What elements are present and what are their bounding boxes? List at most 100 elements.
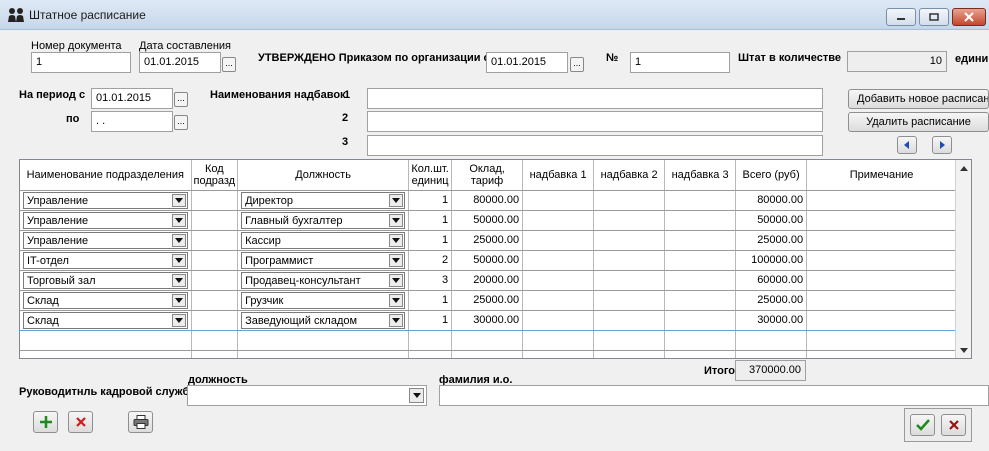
- date-picker-button[interactable]: ...: [222, 57, 236, 72]
- cell-allowance-1[interactable]: [522, 190, 595, 211]
- add-schedule-button[interactable]: Добавить новое расписание: [848, 89, 989, 109]
- empty-cell[interactable]: [806, 350, 958, 358]
- cell-note[interactable]: [806, 230, 958, 251]
- empty-row[interactable]: [20, 330, 958, 351]
- empty-cell[interactable]: [408, 330, 453, 351]
- dept-combo[interactable]: Управление: [23, 231, 188, 249]
- cell-dept[interactable]: Торговый зал: [20, 270, 192, 291]
- scroll-down-button[interactable]: [957, 343, 971, 357]
- col-header-note[interactable]: Примечание: [806, 160, 958, 191]
- cell-code[interactable]: [191, 290, 239, 311]
- cell-code[interactable]: [191, 230, 239, 251]
- ok-button[interactable]: [910, 414, 935, 436]
- delete-schedule-button[interactable]: Удалить расписание: [848, 112, 989, 132]
- col-header-salary[interactable]: Оклад, тариф: [451, 160, 524, 191]
- table-row[interactable]: Склад Заведующий складом 1 30000.00 30000.00: [20, 310, 958, 331]
- cell-dept[interactable]: IT-отдел: [20, 250, 192, 271]
- dept-dropdown-button[interactable]: [171, 213, 186, 227]
- table-row[interactable]: Торговый зал Продавец-консультант 3 20000.0…: [20, 270, 958, 291]
- empty-cell[interactable]: [522, 330, 595, 351]
- empty-cell[interactable]: [593, 350, 666, 358]
- empty-cell[interactable]: [593, 330, 666, 351]
- cell-units[interactable]: 1: [408, 210, 453, 231]
- empty-cell[interactable]: [237, 330, 410, 351]
- col-header-code[interactable]: Код подразд: [191, 160, 239, 191]
- cell-code[interactable]: [191, 190, 239, 211]
- position-dropdown-button[interactable]: [389, 193, 404, 207]
- approved-date-picker-button[interactable]: ...: [570, 57, 584, 72]
- cell-units[interactable]: 2: [408, 250, 453, 271]
- position-dropdown-button[interactable]: [389, 233, 404, 247]
- cell-position[interactable]: Грузчик: [237, 290, 410, 311]
- col-header-units[interactable]: Кол.шт. единиц: [408, 160, 453, 191]
- period-to-input[interactable]: . .: [91, 111, 173, 132]
- doc-number-input[interactable]: 1: [31, 52, 131, 73]
- cell-salary[interactable]: 50000.00: [451, 210, 524, 231]
- allowance-2-input[interactable]: [367, 111, 823, 132]
- cell-dept[interactable]: Склад: [20, 290, 192, 311]
- position-combo[interactable]: Продавец-консультант: [241, 271, 406, 289]
- minimize-button[interactable]: [886, 8, 916, 26]
- position-dropdown-button[interactable]: [389, 273, 404, 287]
- cell-allowance-2[interactable]: [593, 270, 666, 291]
- cell-note[interactable]: [806, 270, 958, 291]
- col-header-position[interactable]: Должность: [237, 160, 410, 191]
- dept-combo[interactable]: Склад: [23, 291, 188, 309]
- allowance-3-input[interactable]: [367, 135, 823, 156]
- cell-note[interactable]: [806, 290, 958, 311]
- position-combo[interactable]: Заведующий складом: [241, 311, 406, 329]
- position-combo[interactable]: Кассир: [241, 231, 406, 249]
- close-window-button[interactable]: [952, 8, 986, 26]
- add-row-button[interactable]: [33, 411, 58, 433]
- cell-allowance-2[interactable]: [593, 250, 666, 271]
- cell-allowance-1[interactable]: [522, 210, 595, 231]
- cell-units[interactable]: 1: [408, 310, 453, 331]
- position-combo[interactable]: Главный бухгалтер: [241, 211, 406, 229]
- position-combo[interactable]: Директор: [241, 191, 406, 209]
- empty-cell[interactable]: [664, 330, 737, 351]
- hr-fullname-input[interactable]: [439, 385, 989, 406]
- cell-note[interactable]: [806, 250, 958, 271]
- next-schedule-button[interactable]: [932, 136, 952, 154]
- cell-allowance-3[interactable]: [664, 270, 737, 291]
- cell-dept[interactable]: Управление: [20, 210, 192, 231]
- dept-dropdown-button[interactable]: [171, 233, 186, 247]
- cell-units[interactable]: 1: [408, 290, 453, 311]
- cell-allowance-1[interactable]: [522, 270, 595, 291]
- period-from-input[interactable]: 01.01.2015: [91, 88, 173, 109]
- dept-combo[interactable]: Управление: [23, 191, 188, 209]
- cell-allowance-3[interactable]: [664, 290, 737, 311]
- col-header-allowance-2[interactable]: надбавка 2: [593, 160, 666, 191]
- empty-cell[interactable]: [191, 350, 239, 358]
- cell-allowance-3[interactable]: [664, 310, 737, 331]
- empty-cell[interactable]: [20, 330, 192, 351]
- cell-allowance-2[interactable]: [593, 230, 666, 251]
- empty-cell[interactable]: [735, 330, 808, 351]
- period-to-picker-button[interactable]: ...: [174, 115, 188, 130]
- cell-code[interactable]: [191, 210, 239, 231]
- position-dropdown-button[interactable]: [389, 293, 404, 307]
- position-combo[interactable]: Грузчик: [241, 291, 406, 309]
- period-from-picker-button[interactable]: ...: [174, 92, 188, 107]
- position-combo[interactable]: Программист: [241, 251, 406, 269]
- cell-units[interactable]: 1: [408, 190, 453, 211]
- col-header-total[interactable]: Всего (руб): [735, 160, 808, 191]
- cell-allowance-3[interactable]: [664, 250, 737, 271]
- position-dropdown-button[interactable]: [389, 213, 404, 227]
- cell-note[interactable]: [806, 210, 958, 231]
- position-dropdown-button[interactable]: [389, 253, 404, 267]
- cell-position[interactable]: Программист: [237, 250, 410, 271]
- maximize-button[interactable]: [919, 8, 949, 26]
- dept-combo[interactable]: IT-отдел: [23, 251, 188, 269]
- col-header-allowance-1[interactable]: надбавка 1: [522, 160, 595, 191]
- cell-dept[interactable]: Склад: [20, 310, 192, 331]
- cell-salary[interactable]: 25000.00: [451, 230, 524, 251]
- cell-salary[interactable]: 50000.00: [451, 250, 524, 271]
- col-header-allowance-3[interactable]: надбавка 3: [664, 160, 737, 191]
- table-row[interactable]: Управление Директор 1 80000.00 80000.00: [20, 190, 958, 211]
- table-row[interactable]: IT-отдел Программист 2 50000.00 100000.00: [20, 250, 958, 271]
- cell-dept[interactable]: Управление: [20, 190, 192, 211]
- cell-salary[interactable]: 20000.00: [451, 270, 524, 291]
- table-row[interactable]: Управление Главный бухгалтер 1 50000.00 5000…: [20, 210, 958, 231]
- cell-allowance-1[interactable]: [522, 290, 595, 311]
